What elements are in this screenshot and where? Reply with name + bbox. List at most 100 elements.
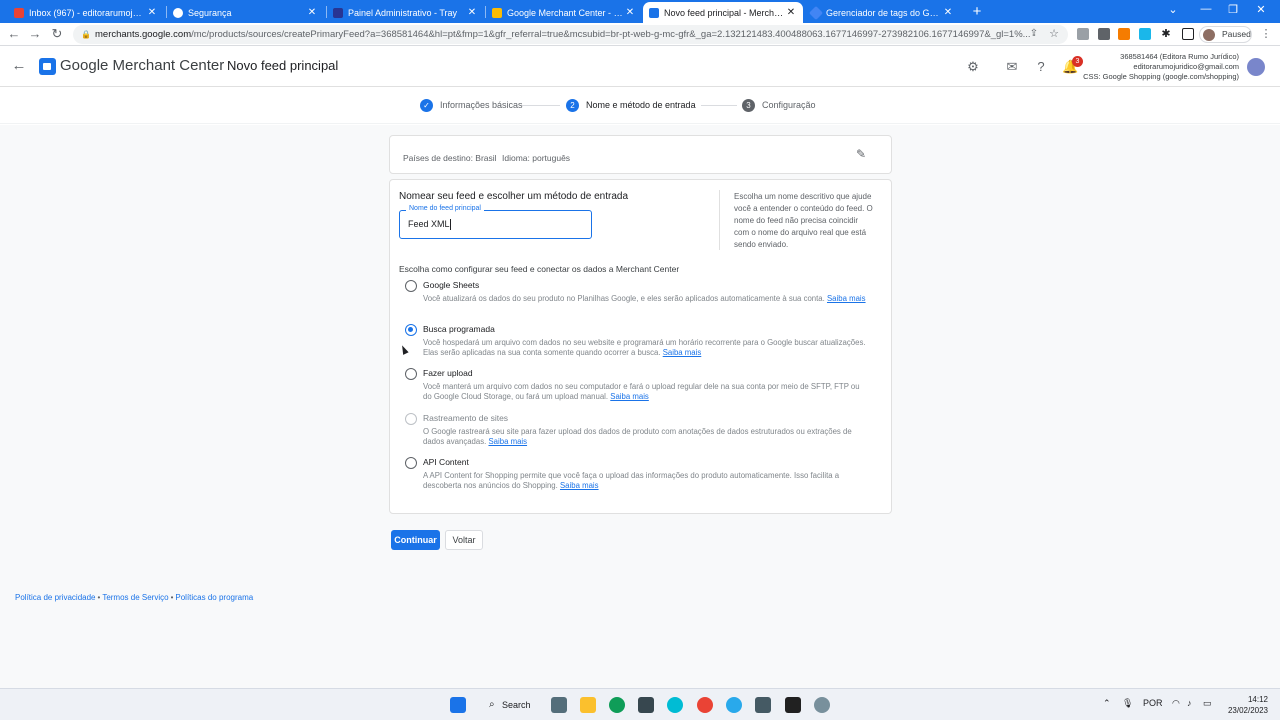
option-title: Fazer upload — [423, 368, 473, 378]
browser-tab-tray[interactable]: Painel Administrativo - Tray ✕ — [327, 2, 484, 23]
browser-tab-security[interactable]: Segurança ✕ — [167, 2, 324, 23]
section-title: Nomear seu feed e escolher um método de … — [399, 191, 629, 202]
taskbar-search[interactable]: ⌕ Search — [480, 695, 540, 715]
option-description: O Google rastreará seu site para fazer u… — [423, 427, 868, 446]
step-number: 3 — [742, 98, 755, 112]
vimeo-icon[interactable] — [1139, 28, 1151, 40]
account-info[interactable]: 368581464 (Editora Rumo Jurídico) editor… — [1083, 52, 1239, 82]
back-icon[interactable]: ← — [6, 26, 22, 42]
forward-icon[interactable]: → — [27, 26, 43, 42]
browser-toolbar: ← → ↻ 🔒 merchants.google.com/mc/products… — [0, 23, 1280, 46]
radio-site-crawl — [405, 413, 417, 425]
tab-title: Gerenciador de tags do Google — [826, 7, 942, 18]
step-label: Configuração — [762, 100, 816, 110]
tag-manager-icon — [808, 5, 824, 20]
merchant-center-logo — [39, 58, 56, 75]
learn-more-link[interactable]: Saiba mais — [827, 294, 866, 303]
app-c-icon[interactable] — [667, 697, 683, 713]
browser-tab-merchant[interactable]: Google Merchant Center - Edito ✕ — [486, 2, 642, 23]
feed-name-value: Feed XML — [408, 219, 450, 229]
learn-more-link[interactable]: Saiba mais — [610, 392, 649, 401]
file-explorer-icon[interactable] — [580, 697, 596, 713]
task-view-icon[interactable] — [551, 697, 567, 713]
app-header: ← Google Merchant Center Novo feed princ… — [0, 47, 1280, 87]
learn-more-link[interactable]: Saiba mais — [663, 348, 702, 357]
calculator-icon[interactable] — [755, 697, 771, 713]
new-tab-icon[interactable]: + — [969, 3, 985, 20]
browser-tab-tag-manager[interactable]: Gerenciador de tags do Google ✕ — [805, 2, 960, 23]
brand-name: Google Merchant Center — [60, 57, 224, 74]
taskbar-clock[interactable]: 14:12 23/02/2023 — [1222, 694, 1268, 716]
back-arrow-icon[interactable]: ← — [10, 57, 28, 75]
extension-reader-icon[interactable] — [1098, 28, 1110, 40]
edit-pencil-icon[interactable]: ✎ — [856, 147, 866, 161]
keyboard-language[interactable]: POR — [1143, 698, 1163, 708]
feed-name-label: Nome do feed principal — [406, 205, 484, 212]
bookmark-star-icon[interactable]: ☆ — [1046, 26, 1062, 42]
continue-button[interactable]: Continuar — [391, 530, 440, 550]
close-tab-icon[interactable]: ✕ — [146, 7, 158, 18]
search-label: Search — [502, 700, 531, 710]
share-icon[interactable]: ⇪ — [1026, 26, 1042, 42]
radio-content-api[interactable] — [405, 457, 417, 469]
step-label: Nome e método de entrada — [586, 100, 696, 110]
close-tab-icon[interactable]: ✕ — [624, 7, 636, 18]
program-policies-link[interactable]: Políticas do programa — [175, 593, 253, 602]
learn-more-link[interactable]: Saiba mais — [488, 437, 527, 446]
side-panel-icon[interactable] — [1182, 28, 1194, 40]
user-avatar[interactable] — [1247, 58, 1265, 76]
telegram-icon[interactable] — [726, 697, 742, 713]
restore-icon[interactable]: ❐ — [1224, 3, 1242, 16]
chevron-down-icon[interactable]: ⌄ — [1164, 3, 1182, 16]
footer-separator: • — [97, 593, 101, 602]
back-button[interactable]: Voltar — [445, 530, 483, 550]
option-title: API Content — [423, 457, 469, 467]
step-basic-info: ✓ Informações básicas — [420, 98, 523, 112]
learn-more-link[interactable]: Saiba mais — [560, 481, 599, 490]
extension-code-icon[interactable] — [1077, 28, 1089, 40]
wifi-icon[interactable]: ◠ — [1172, 698, 1180, 709]
edge-icon[interactable] — [609, 697, 625, 713]
extension-orange-icon[interactable] — [1118, 28, 1130, 40]
windows-taskbar: ⌕ Search ⌃ 🎙 POR ◠ ♪ ▭ 14:12 23/02/2023 — [0, 688, 1280, 720]
feed-name-input[interactable]: Feed XML — [408, 219, 578, 231]
windows-start-icon[interactable] — [450, 697, 466, 713]
volume-icon[interactable]: ♪ — [1187, 698, 1192, 708]
tray-chevron-up-icon[interactable]: ⌃ — [1103, 698, 1111, 709]
close-tab-icon[interactable]: ✕ — [306, 7, 318, 18]
browser-tab-new-feed[interactable]: Novo feed principal - Merchant C ✕ — [643, 2, 803, 23]
feed-name-field[interactable]: Nome do feed principal Feed XML — [399, 205, 592, 239]
privacy-policy-link[interactable]: Política de privacidade — [15, 593, 96, 602]
extensions-puzzle-icon[interactable]: ✱ — [1158, 26, 1174, 42]
radio-upload[interactable] — [405, 368, 417, 380]
radio-scheduled-fetch[interactable] — [405, 324, 417, 336]
settings-gear-icon[interactable]: ⚙ — [965, 59, 981, 75]
mail-icon[interactable]: ✉ — [1004, 59, 1020, 75]
close-window-icon[interactable]: ✕ — [1252, 3, 1270, 16]
footer-separator: • — [170, 593, 174, 602]
brand-google: Google — [60, 57, 109, 74]
help-icon[interactable]: ? — [1033, 59, 1049, 75]
profile-button[interactable]: Paused — [1199, 26, 1252, 43]
settings-app-icon[interactable] — [814, 697, 830, 713]
close-tab-icon[interactable]: ✕ — [785, 7, 797, 18]
terms-of-service-link[interactable]: Termos de Serviço — [102, 593, 168, 602]
capcut-icon[interactable] — [785, 697, 801, 713]
option-desc-text: Você hospedará um arquivo com dados no s… — [423, 338, 866, 357]
radio-google-sheets[interactable] — [405, 280, 417, 292]
gmail-icon — [14, 7, 24, 18]
microphone-icon[interactable]: 🎙 — [1122, 698, 1133, 709]
address-bar[interactable]: 🔒 merchants.google.com/mc/products/sourc… — [73, 25, 1068, 44]
reload-icon[interactable]: ↻ — [49, 26, 65, 42]
chrome-icon[interactable] — [697, 697, 713, 713]
browser-menu-icon[interactable]: ⋮ — [1258, 26, 1274, 42]
store-icon[interactable] — [638, 697, 654, 713]
minimize-icon[interactable]: — — [1197, 3, 1215, 15]
option-title: Rastreamento de sites — [423, 413, 509, 423]
battery-icon[interactable]: ▭ — [1203, 698, 1212, 709]
close-tab-icon[interactable]: ✕ — [466, 7, 478, 18]
footer-links: Política de privacidade • Termos de Serviç… — [15, 593, 253, 602]
close-tab-icon[interactable]: ✕ — [942, 7, 954, 18]
account-id: 368581464 (Editora Rumo Jurídico) — [1120, 52, 1239, 61]
browser-tab-gmail[interactable]: Inbox (967) - editorarumojuridic ✕ — [8, 2, 164, 23]
